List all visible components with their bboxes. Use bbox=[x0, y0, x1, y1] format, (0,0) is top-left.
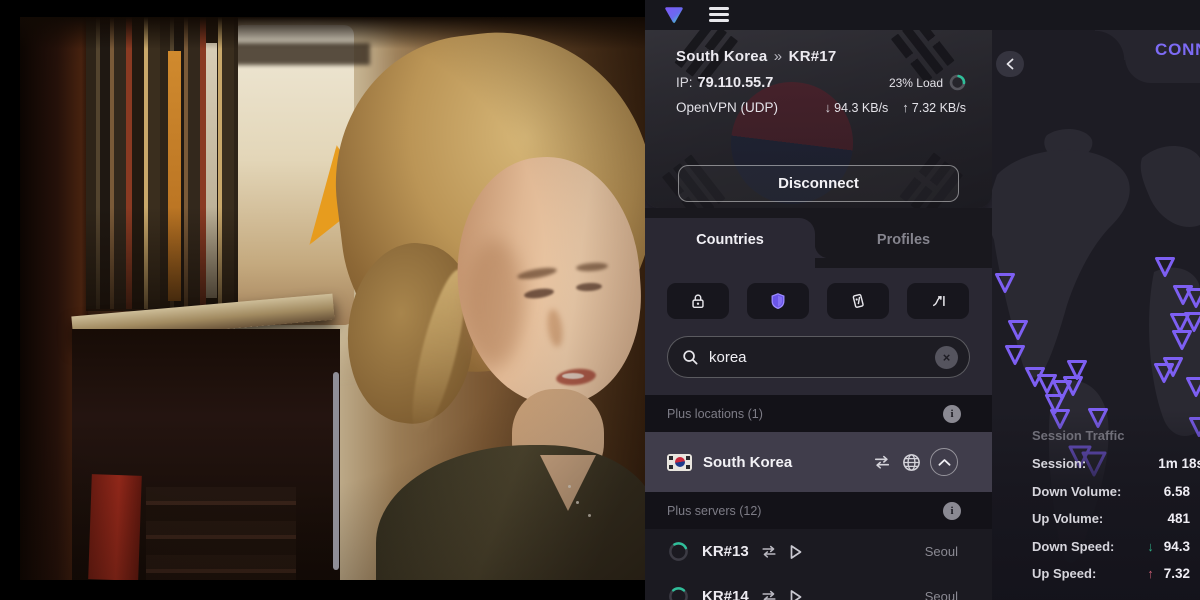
tab-bar: Countries Profiles bbox=[645, 208, 992, 268]
session-row: Down Volume: 6.58 bbox=[1032, 484, 1200, 499]
connect-play-icon[interactable] bbox=[789, 544, 803, 560]
clear-search-button[interactable]: × bbox=[935, 346, 958, 369]
disconnect-button[interactable]: Disconnect bbox=[678, 165, 959, 202]
swap-servers-icon[interactable] bbox=[871, 453, 893, 471]
connection-country: South Korea bbox=[676, 48, 767, 65]
safeswap-arrow-icon bbox=[929, 292, 948, 310]
safebrowse-shield-button[interactable] bbox=[747, 283, 809, 319]
swap-servers-icon[interactable] bbox=[759, 588, 779, 600]
info-icon[interactable]: i bbox=[943, 405, 961, 423]
shield-icon bbox=[769, 292, 787, 310]
ip-address: 79.110.55.7 bbox=[698, 75, 774, 91]
tab-countries[interactable]: Countries bbox=[645, 232, 815, 248]
up-arrow-icon: ↑ bbox=[902, 100, 909, 115]
session-row: Session: 1m 18s bbox=[1032, 456, 1200, 471]
plus-servers-header: Plus servers (12) i bbox=[645, 492, 992, 529]
south-korea-flag-icon bbox=[667, 454, 692, 471]
video-player-background bbox=[0, 0, 647, 600]
server-load-ring-icon bbox=[668, 541, 689, 562]
down-arrow-icon: ↓ bbox=[825, 100, 832, 115]
down-arrow-icon: ↓ bbox=[1147, 539, 1154, 554]
search-icon bbox=[682, 349, 699, 366]
ip-label: IP: bbox=[676, 75, 693, 90]
connection-card: South Korea » KR#17 IP: 79.110.55.7 23% … bbox=[645, 30, 992, 208]
swap-servers-icon[interactable] bbox=[759, 543, 779, 560]
server-row-kr13[interactable]: KR#13 Seoul bbox=[645, 529, 992, 574]
server-city: Seoul bbox=[925, 589, 958, 600]
vpn-main-panel: South Korea » KR#17 IP: 79.110.55.7 23% … bbox=[645, 30, 992, 600]
app-logo-icon bbox=[663, 4, 685, 26]
country-row-south-korea[interactable]: South Korea bbox=[645, 432, 992, 492]
session-row: Down Speed: ↓ 94.3 bbox=[1032, 539, 1200, 554]
server-load-ring-icon bbox=[668, 586, 689, 600]
streaming-servers-button[interactable] bbox=[827, 283, 889, 319]
session-row: Up Volume: 481 bbox=[1032, 511, 1200, 526]
location-list: Plus locations (1) i South Korea bbox=[645, 395, 992, 600]
session-traffic-panel: Session Traffic Session: 1m 18s Down Vol… bbox=[1032, 428, 1200, 594]
session-row: Up Speed: ↑ 7.32 bbox=[1032, 566, 1200, 581]
map-panel: CONNECT Session Traffic Session: 1m 18s … bbox=[992, 30, 1200, 600]
country-name: South Korea bbox=[703, 454, 792, 471]
list-scrollbar[interactable] bbox=[333, 372, 339, 570]
server-load-ring-icon bbox=[949, 74, 966, 91]
session-traffic-title: Session Traffic bbox=[1032, 428, 1200, 443]
info-icon[interactable]: i bbox=[943, 502, 961, 520]
plus-locations-header: Plus locations (1) i bbox=[645, 395, 992, 432]
tab-content: × bbox=[645, 268, 992, 395]
collapse-country-button[interactable] bbox=[930, 448, 958, 476]
server-name: KR#13 bbox=[702, 543, 749, 560]
hamburger-menu-icon[interactable] bbox=[709, 7, 729, 23]
collapse-panel-button[interactable] bbox=[996, 51, 1024, 77]
protocol-label: OpenVPN (UDP) bbox=[676, 100, 778, 115]
connection-server: KR#17 bbox=[789, 48, 837, 65]
connect-button[interactable]: CONNECT bbox=[1155, 40, 1200, 60]
chevron-left-icon bbox=[1005, 58, 1015, 70]
lock-icon bbox=[689, 292, 707, 310]
privacy-lock-button[interactable] bbox=[667, 283, 729, 319]
download-speed: ↓94.3 KB/s bbox=[825, 100, 889, 115]
connection-title: South Korea » KR#17 bbox=[676, 48, 966, 65]
tab-profiles[interactable]: Profiles bbox=[815, 232, 992, 248]
separator: » bbox=[772, 48, 785, 65]
app-topbar bbox=[645, 0, 1200, 30]
server-row-kr14[interactable]: KR#14 Seoul bbox=[645, 574, 992, 600]
safeswap-button[interactable] bbox=[907, 283, 969, 319]
streaming-ticket-icon bbox=[849, 292, 867, 310]
chevron-up-icon bbox=[938, 458, 951, 467]
server-load-text: 23% Load bbox=[889, 76, 943, 90]
server-name: KR#14 bbox=[702, 588, 749, 600]
connect-card-fillet bbox=[1095, 30, 1125, 60]
upload-speed: ↑7.32 KB/s bbox=[902, 100, 966, 115]
connect-play-icon[interactable] bbox=[789, 589, 803, 600]
globe-icon[interactable] bbox=[901, 452, 922, 473]
up-arrow-icon: ↑ bbox=[1147, 566, 1154, 581]
search-input[interactable] bbox=[709, 349, 935, 366]
search-box: × bbox=[667, 336, 970, 378]
server-city: Seoul bbox=[925, 544, 958, 559]
